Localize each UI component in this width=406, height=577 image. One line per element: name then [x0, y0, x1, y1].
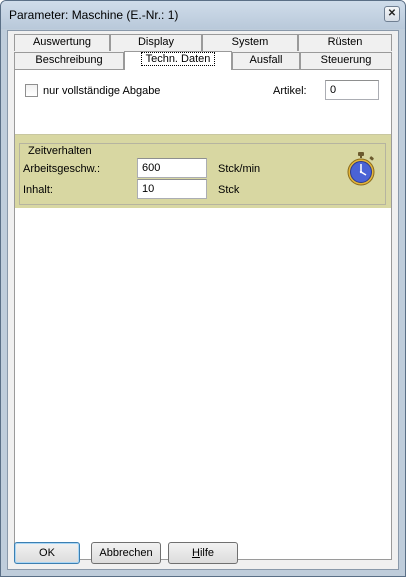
tab-label: System [231, 36, 269, 48]
title-bar[interactable]: Parameter: Maschine (E.-Nr.: 1) ✕ [1, 1, 405, 29]
stopwatch-icon [347, 152, 375, 186]
tab-system[interactable]: System [202, 34, 298, 51]
content-label: Inhalt: [23, 184, 53, 196]
help-label-rest: ilfe [199, 547, 214, 559]
timing-group-frame: Zeitverhalten Arbeitsgeschw.: 600 Stck/m… [19, 143, 386, 205]
help-mnemonic: H [191, 547, 200, 559]
cancel-button[interactable]: Abbrechen [91, 542, 161, 564]
article-label: Artikel: [273, 85, 307, 97]
close-button[interactable]: ✕ [384, 6, 400, 22]
ok-button[interactable]: OK [14, 542, 80, 564]
speed-label: Arbeitsgeschw.: [23, 163, 101, 175]
content-input[interactable]: 10 [137, 179, 207, 199]
article-input[interactable]: 0 [325, 80, 379, 100]
tab-ausfall[interactable]: Ausfall [232, 52, 300, 69]
tab-label: Techn. Daten [140, 52, 216, 66]
tab-panel-techn-daten: nur vollständige Abgabe Artikel: 0 Zeitv… [14, 69, 392, 560]
complete-delivery-checkbox[interactable] [25, 84, 38, 97]
tab-row-front: Beschreibung Techn. Daten Ausfall Steuer… [14, 51, 392, 70]
tab-steuerung[interactable]: Steuerung [300, 52, 392, 69]
dialog-client-area: Auswertung Display System Rüsten Beschre… [7, 30, 399, 570]
tab-row-back: Auswertung Display System Rüsten [14, 34, 392, 51]
close-icon: ✕ [387, 8, 397, 19]
tab-techn-daten[interactable]: Techn. Daten [124, 51, 232, 70]
tab-label: Auswertung [32, 36, 92, 48]
tab-label: Beschreibung [35, 54, 103, 66]
tab-label: Ausfall [249, 54, 283, 66]
timing-group: Zeitverhalten Arbeitsgeschw.: 600 Stck/m… [15, 134, 391, 208]
tab-ruesten[interactable]: Rüsten [298, 34, 392, 51]
tab-display[interactable]: Display [110, 34, 202, 51]
complete-delivery-label: nur vollständige Abgabe [43, 85, 161, 97]
tab-label: Steuerung [320, 54, 372, 66]
speed-input[interactable]: 600 [137, 158, 207, 178]
window-title: Parameter: Maschine (E.-Nr.: 1) [9, 8, 179, 22]
timing-group-title: Zeitverhalten [26, 145, 94, 157]
help-button[interactable]: Hilfe [168, 542, 238, 564]
speed-unit: Stck/min [218, 163, 261, 175]
tab-label: Rüsten [327, 36, 363, 48]
tab-beschreibung[interactable]: Beschreibung [14, 52, 124, 69]
tab-auswertung[interactable]: Auswertung [14, 34, 110, 51]
content-unit: Stck [218, 184, 240, 196]
tab-label: Display [137, 36, 175, 48]
dialog-window: Parameter: Maschine (E.-Nr.: 1) ✕ Auswer… [0, 0, 406, 577]
